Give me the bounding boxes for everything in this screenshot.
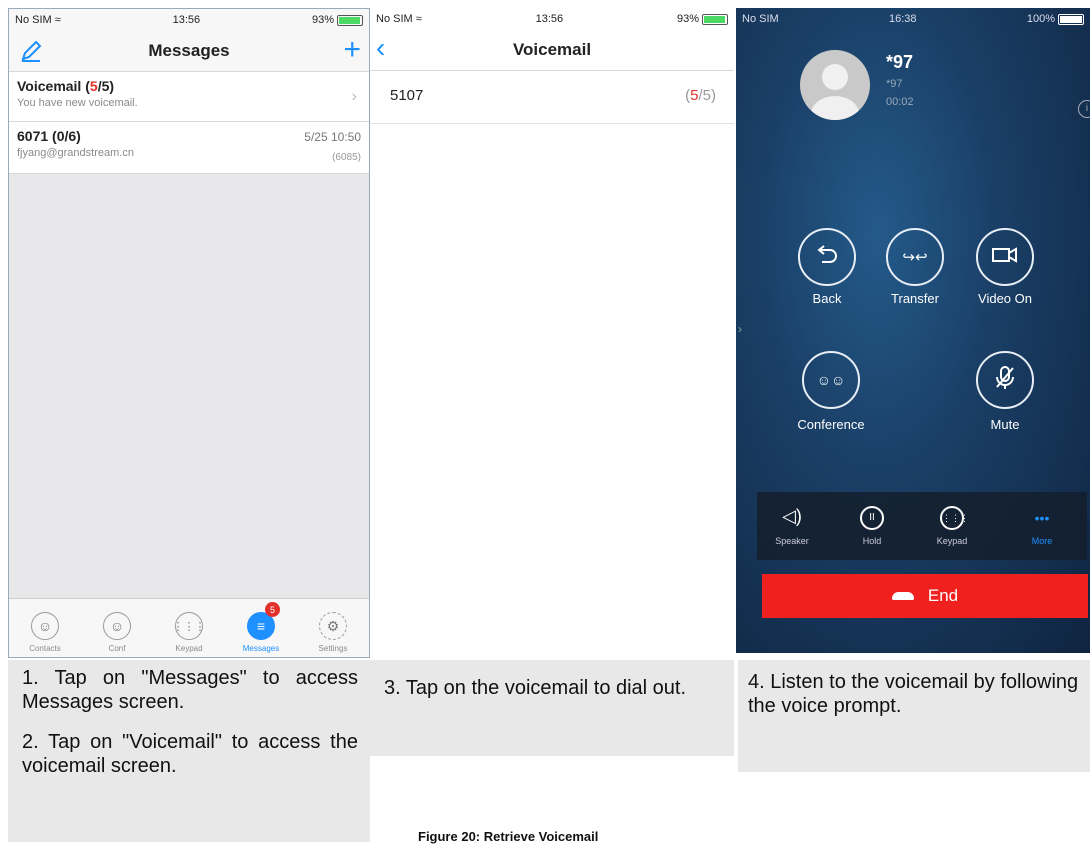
mute-icon xyxy=(994,365,1016,396)
keypad-label: Keypad xyxy=(936,536,968,546)
keypad-icon: ⋮⋮⋮ xyxy=(940,506,969,530)
tab-contacts[interactable]: ☺ Contacts xyxy=(9,599,81,657)
status-bar: No SIM 16:38 100% xyxy=(736,8,1090,30)
message-date: 5/25 10:50 xyxy=(304,130,361,144)
voicemail-new-count: 5 xyxy=(89,78,98,94)
call-screen: No SIM 16:38 100% *97 *97 00:02 i › Back… xyxy=(736,8,1090,653)
tab-label: Keypad xyxy=(175,644,203,653)
tab-label: Conf xyxy=(108,644,126,653)
tab-messages[interactable]: ≡ 5 Messages xyxy=(225,599,297,657)
speaker-label: Speaker xyxy=(775,536,809,546)
tab-label: Contacts xyxy=(29,644,61,653)
avatar xyxy=(800,50,870,120)
call-toolbar: ◁) Speaker II Hold ⋮⋮⋮ Keypad ••• More xyxy=(757,492,1087,560)
video-on-label: Video On xyxy=(978,291,1032,306)
voicemail-subtitle: You have new voicemail. xyxy=(17,97,138,109)
contacts-icon: ☺ xyxy=(31,612,59,640)
caption-step-3: 3. Tap on the voicemail to dial out. xyxy=(384,677,687,699)
add-icon[interactable]: + xyxy=(343,35,361,65)
more-icon: ••• xyxy=(1034,510,1050,526)
keypad-button[interactable]: ⋮⋮⋮ Keypad xyxy=(917,492,987,546)
battery-icon xyxy=(701,13,728,25)
tab-conf[interactable]: ☺ Conf xyxy=(81,599,153,657)
voicemail-count: (5/5) xyxy=(685,87,716,104)
voicemail-title: Voicemail (5/5) xyxy=(17,78,361,94)
more-button[interactable]: ••• More xyxy=(1007,492,1077,546)
speaker-button[interactable]: ◁) Speaker xyxy=(757,492,827,546)
video-on-button[interactable] xyxy=(976,228,1034,286)
voicemail-row[interactable]: Voicemail (5/5) You have new voicemail. … xyxy=(9,72,369,122)
message-extra: (6085) xyxy=(332,152,361,163)
mute-button[interactable] xyxy=(976,351,1034,409)
status-bar: No SIM ≈ 13:56 93% xyxy=(9,9,369,31)
message-subtitle: fjyang@grandstream.cn xyxy=(17,147,134,159)
transfer-icon: ↪↩ xyxy=(902,249,928,266)
battery-icon xyxy=(336,14,363,26)
page-title: Voicemail xyxy=(512,40,592,59)
speaker-icon: ◁) xyxy=(782,506,802,526)
clock-label: 13:56 xyxy=(172,14,201,26)
more-label: More xyxy=(1031,536,1053,546)
caption-step-1: 1. Tap on "Messages" to access Messages … xyxy=(22,667,358,713)
caller-name: *97 xyxy=(886,52,914,72)
voicemail-title-prefix: Voicemail ( xyxy=(17,78,90,94)
keypad-icon: ⋮⋮⋮ xyxy=(173,612,206,640)
tab-keypad[interactable]: ⋮⋮⋮ Keypad xyxy=(153,599,225,657)
caption-step-4: 4. Listen to the voicemail by following … xyxy=(748,671,1079,717)
page-title: Messages xyxy=(148,41,230,60)
tab-bar: ☺ Contacts ☺ Conf ⋮⋮⋮ Keypad ≡ 5 Message… xyxy=(9,598,369,657)
hold-button[interactable]: II Hold xyxy=(837,492,907,546)
settings-icon: ⚙ xyxy=(319,612,347,640)
battery-label: 100% xyxy=(1026,13,1055,25)
end-call-button[interactable]: End xyxy=(762,574,1088,618)
conference-icon: ☺ xyxy=(103,612,131,640)
conference-label: Conference xyxy=(797,417,865,432)
tab-settings[interactable]: ⚙ Settings xyxy=(297,599,369,657)
voicemail-navbar: ‹ Voicemail xyxy=(370,30,734,71)
carrier-label: No SIM xyxy=(15,14,52,26)
chevron-right-icon: › xyxy=(351,88,357,105)
wifi-icon: ≈ xyxy=(54,14,61,26)
hold-icon: II xyxy=(860,506,884,530)
voicemail-number: 5107 xyxy=(390,87,424,104)
hold-label: Hold xyxy=(862,536,882,546)
end-label: End xyxy=(927,586,959,605)
info-icon[interactable]: i xyxy=(1078,100,1090,118)
caption-step-2: 2. Tap on "Voicemail" to access the voic… xyxy=(22,731,358,777)
back-button[interactable] xyxy=(798,228,856,286)
battery-icon xyxy=(1057,13,1084,25)
wifi-icon: ≈ xyxy=(415,13,422,25)
transfer-button[interactable]: ↪↩ xyxy=(886,228,944,286)
carrier-label: No SIM xyxy=(376,13,413,25)
mute-label: Mute xyxy=(990,417,1020,432)
call-duration: 00:02 xyxy=(886,96,914,108)
battery-label: 93% xyxy=(311,14,334,26)
voicemail-title-suffix: /5) xyxy=(97,78,115,94)
caption-box-3: 3. Tap on the voicemail to dial out. xyxy=(370,660,734,756)
video-icon xyxy=(991,246,1019,269)
tab-label: Messages xyxy=(242,644,280,653)
count-rest: /5) xyxy=(698,87,716,104)
caller-number: *97 xyxy=(886,78,903,90)
hangup-icon xyxy=(891,592,914,600)
tab-label: Settings xyxy=(318,644,348,653)
caption-box-4: 4. Listen to the voicemail by following … xyxy=(738,660,1090,772)
messages-navbar: Messages + xyxy=(9,31,369,72)
battery-label: 93% xyxy=(676,13,699,25)
messages-screen: No SIM ≈ 13:56 93% Messages + Voicemail … xyxy=(8,8,370,658)
message-row[interactable]: 6071 (0/6) fjyang@grandstream.cn 5/25 10… xyxy=(9,122,369,174)
voicemail-list-item[interactable]: 5107 (5/5) xyxy=(370,71,734,124)
caption-box-1: 1. Tap on "Messages" to access Messages … xyxy=(8,660,370,842)
side-arrow-icon: › xyxy=(738,322,742,336)
back-icon xyxy=(814,244,840,271)
messages-badge: 5 xyxy=(265,602,280,617)
carrier-label: No SIM xyxy=(742,13,779,25)
status-bar: No SIM ≈ 13:56 93% xyxy=(370,8,734,30)
conference-button[interactable]: ☺☺ xyxy=(802,351,860,409)
clock-label: 13:56 xyxy=(535,13,564,25)
clock-label: 16:38 xyxy=(889,13,917,25)
conference-icon: ☺☺ xyxy=(816,372,846,388)
voicemail-screen: No SIM ≈ 13:56 93% ‹ Voicemail 5107 (5/5… xyxy=(370,8,734,658)
